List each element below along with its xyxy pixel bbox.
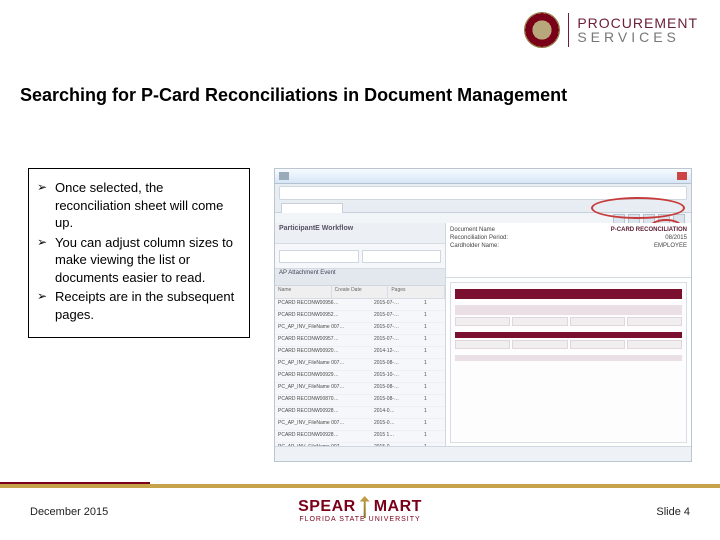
table-row: PC_AP_INV_FileName 007…2015-07-…1 [275,323,445,335]
doc-cells [455,340,682,349]
results-pane: ParticipantE Workflow AP Attachment Even… [275,223,446,447]
header-text: PROCUREMENT SERVICES [577,16,698,44]
table-row: PC_AP_INV_FileName 007…2015-0…1 [275,419,445,431]
window-titlebar [275,169,691,184]
header-line2: SERVICES [577,30,698,44]
meta-value: 08/2015 [665,235,687,241]
col-header: Create Date [332,286,389,298]
annotation-ellipse [591,197,685,219]
doc-header-band [455,289,682,299]
table-row: PC_AP_INV_FileName 007…2015-08-…1 [275,359,445,371]
document-pane: Document Name P-CARD RECONCILIATION Reco… [446,223,691,447]
slide-title: Searching for P-Card Reconciliations in … [20,85,567,106]
table-row: PCARD RECONW00928…2014-0…1 [275,407,445,419]
footer-slide-number: Slide 4 [656,506,690,518]
meta-label: Cardholder Name: [450,243,499,249]
window-close-icon [677,172,687,180]
slide: PROCUREMENT SERVICES Searching for P-Car… [0,0,720,540]
browser-tab [281,203,343,213]
table-row: PCARD RECONW00928…2015 1…1 [275,431,445,443]
col-header: Name [275,286,332,298]
instruction-item: You can adjust column sizes to make view… [37,234,241,287]
col-header: Pages [388,286,445,298]
instruction-item: Once selected, the reconciliation sheet … [37,179,241,232]
header-line1: PROCUREMENT [577,16,698,30]
table-row: PCARD RECONW00929…2015-10-…1 [275,371,445,383]
instruction-callout: Once selected, the reconciliation sheet … [28,168,250,338]
table-row: PCARD RECONW00920…2014-12-…1 [275,347,445,359]
document-preview [450,282,687,443]
meta-label: Document Name [450,227,495,233]
doc-row [455,305,682,315]
meta-value: EMPLOYEE [654,243,687,249]
window-control-icon [279,172,289,180]
table-row: PCARD RECONW00956…2015-07-…1 [275,299,445,311]
results-columns: Name Create Date Pages [275,286,445,299]
app-screenshot: ParticipantE Workflow AP Attachment Even… [274,168,692,462]
status-bar [275,446,691,461]
table-row: PC_AP_INV_FileName 007…2015-08-…1 [275,383,445,395]
table-row: PCARD RECONW00957…2015-07-…1 [275,335,445,347]
meta-label: Reconciliation Period: [450,235,508,241]
header-logo-block: PROCUREMENT SERVICES [524,12,698,48]
document-meta: Document Name P-CARD RECONCILIATION Reco… [446,223,691,278]
brand-subtitle: FLORIDA STATE UNIVERSITY [0,516,720,523]
footer-brand: SPEAR MART FLORIDA STATE UNIVERSITY [0,496,720,523]
app-body: ParticipantE Workflow AP Attachment Even… [275,223,691,447]
footer: 4 December 2015 SPEAR MART FLORIDA STATE… [0,496,720,536]
table-row: PCARD RECONW00870…2015-08-…1 [275,395,445,407]
header-divider [568,13,569,47]
doc-row [455,355,682,361]
results-subheading: AP Attachment Event [275,269,445,286]
results-heading: ParticipantE Workflow [275,223,445,244]
brand-right: MART [374,498,422,516]
filter-field [279,250,359,263]
filter-row [275,244,445,269]
instruction-list: Once selected, the reconciliation sheet … [37,179,241,323]
brand-left: SPEAR [298,498,356,516]
doc-row [455,332,682,338]
university-seal-icon [524,12,560,48]
spear-icon [360,496,370,518]
filter-field [362,250,442,263]
doc-title: P-CARD RECONCILIATION [611,227,687,233]
instruction-item: Receipts are in the subsequent pages. [37,288,241,323]
footer-rule [0,484,720,488]
results-rows: PCARD RECONW00956…2015-07-…1PCARD RECONW… [275,299,445,447]
doc-cells [455,317,682,326]
table-row: PCARD RECONW00952…2015-07-…1 [275,311,445,323]
